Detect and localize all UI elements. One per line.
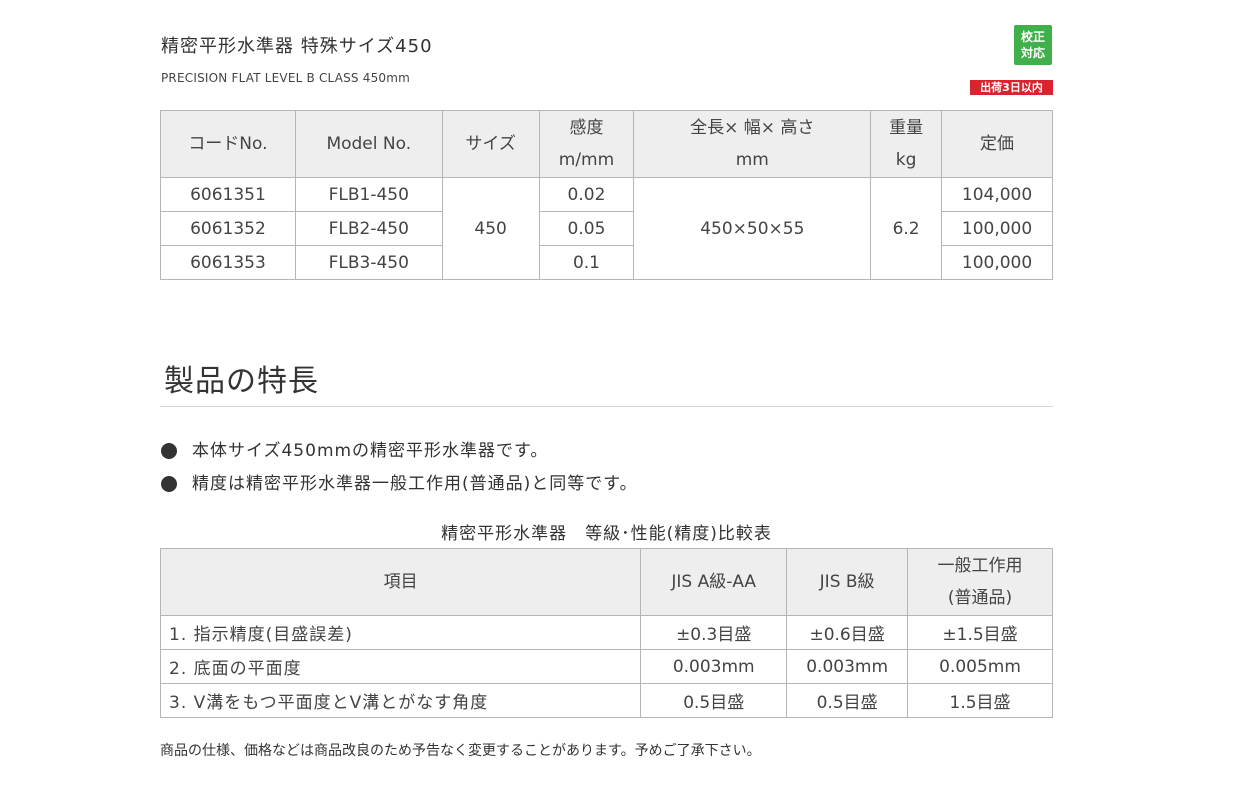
- heading-divider: [160, 406, 1053, 407]
- table-row: 6061351 FLB1-450 450 0.02 450×50×55 6.2 …: [160, 177, 1053, 280]
- header-jis-aa: JIS A級-AA: [640, 548, 788, 616]
- size-cell: 450: [441, 177, 540, 280]
- features-heading: 製品の特長: [164, 364, 319, 399]
- header-jis-b: JIS B級: [786, 548, 909, 616]
- comparison-caption: 精密平形水準器 等級･性能(精度)比較表: [441, 524, 772, 544]
- header-price: 定価: [941, 110, 1053, 178]
- header-dimensions-label: 全長× 幅× 高さ: [690, 118, 815, 138]
- header-model: Model No.: [294, 110, 443, 178]
- features-list: 本体サイズ450mmの精密平形水準器です。 精度は精密平形水準器一般工作用(普通…: [160, 436, 638, 502]
- spec-table: コードNo. Model No. サイズ 感度 m/mm 全長× 幅× 高さ mm …: [160, 110, 1053, 280]
- bullet-icon: [161, 443, 177, 459]
- general-cell: ±1.5目盛: [907, 615, 1053, 650]
- header-general-label: 一般工作用: [937, 556, 1023, 576]
- item-cell: 2. 底面の平面度: [159, 649, 642, 684]
- header-weight-unit: kg: [895, 150, 917, 170]
- general-cell: 0.005mm: [907, 649, 1053, 684]
- sensitivity-cell: 0.02: [538, 177, 635, 212]
- header-item: 項目: [159, 548, 642, 616]
- table-row: 1. 指示精度(目盛誤差) ±0.3目盛 ±0.6目盛 ±1.5目盛: [159, 615, 1053, 650]
- model-cell: FLB1-450: [294, 177, 443, 212]
- spec-header-row: コードNo. Model No. サイズ 感度 m/mm 全長× 幅× 高さ mm …: [160, 110, 1053, 178]
- feature-text: 精度は精密平形水準器一般工作用(普通品)と同等です。: [192, 474, 638, 494]
- jis-aa-cell: 0.003mm: [640, 649, 788, 684]
- header-dimensions: 全長× 幅× 高さ mm: [633, 110, 872, 178]
- shipping-badge: 出荷3日以内: [970, 80, 1053, 95]
- feature-text: 本体サイズ450mmの精密平形水準器です。: [192, 441, 549, 461]
- jis-b-cell: 0.003mm: [786, 649, 909, 684]
- dimensions-cell: 450×50×55: [633, 177, 872, 280]
- jis-aa-cell: 0.5目盛: [640, 683, 788, 718]
- header-sensitivity-unit: m/mm: [558, 150, 615, 170]
- header-weight: 重量 kg: [870, 110, 943, 178]
- list-item: 本体サイズ450mmの精密平形水準器です。: [160, 436, 638, 469]
- table-row: 3. V溝をもつ平面度とV溝とがなす角度 0.5目盛 0.5目盛 1.5目盛: [159, 683, 1053, 718]
- list-item: 精度は精密平形水準器一般工作用(普通品)と同等です。: [160, 469, 638, 502]
- price-cell: 100,000: [941, 211, 1053, 246]
- header-sensitivity-label: 感度: [569, 118, 604, 138]
- sensitivity-cell: 0.1: [538, 245, 635, 280]
- item-cell: 3. V溝をもつ平面度とV溝とがなす角度: [159, 683, 642, 718]
- header-sensitivity: 感度 m/mm: [538, 110, 635, 178]
- general-cell: 1.5目盛: [907, 683, 1053, 718]
- jis-b-cell: ±0.6目盛: [786, 615, 909, 650]
- item-cell: 1. 指示精度(目盛誤差): [159, 615, 642, 650]
- code-cell: 6061353: [160, 245, 296, 280]
- footer-note: 商品の仕様、価格などは商品改良のため予告なく変更することがあります。予めご了承下…: [160, 743, 761, 759]
- sensitivity-cell: 0.05: [538, 211, 635, 246]
- header-general: 一般工作用 (普通品): [907, 548, 1053, 616]
- calibration-badge: 校正対応: [1014, 25, 1052, 65]
- header-size: サイズ: [441, 110, 540, 178]
- price-cell: 104,000: [941, 177, 1053, 212]
- code-cell: 6061351: [160, 177, 296, 212]
- code-cell: 6061352: [160, 211, 296, 246]
- header-dimensions-unit: mm: [735, 150, 769, 170]
- price-cell: 100,000: [941, 245, 1053, 280]
- page-title: 精密平形水準器 特殊サイズ450: [161, 36, 433, 57]
- model-cell: FLB2-450: [294, 211, 443, 246]
- header-general-sub: (普通品): [947, 588, 1013, 608]
- weight-cell: 6.2: [870, 177, 943, 280]
- model-cell: FLB3-450: [294, 245, 443, 280]
- calibration-badge-label: 校正対応: [1020, 30, 1045, 60]
- comparison-header-row: 項目 JIS A級-AA JIS B級 一般工作用 (普通品): [159, 548, 1053, 616]
- comparison-table: 項目 JIS A級-AA JIS B級 一般工作用 (普通品) 1. 指示精度(目…: [159, 548, 1053, 718]
- page-subtitle: PRECISION FLAT LEVEL B CLASS 450mm: [161, 71, 411, 85]
- header-code: コードNo.: [160, 110, 296, 178]
- header-weight-label: 重量: [889, 118, 924, 138]
- bullet-icon: [161, 476, 177, 492]
- table-row: 2. 底面の平面度 0.003mm 0.003mm 0.005mm: [159, 649, 1053, 684]
- jis-aa-cell: ±0.3目盛: [640, 615, 788, 650]
- jis-b-cell: 0.5目盛: [786, 683, 909, 718]
